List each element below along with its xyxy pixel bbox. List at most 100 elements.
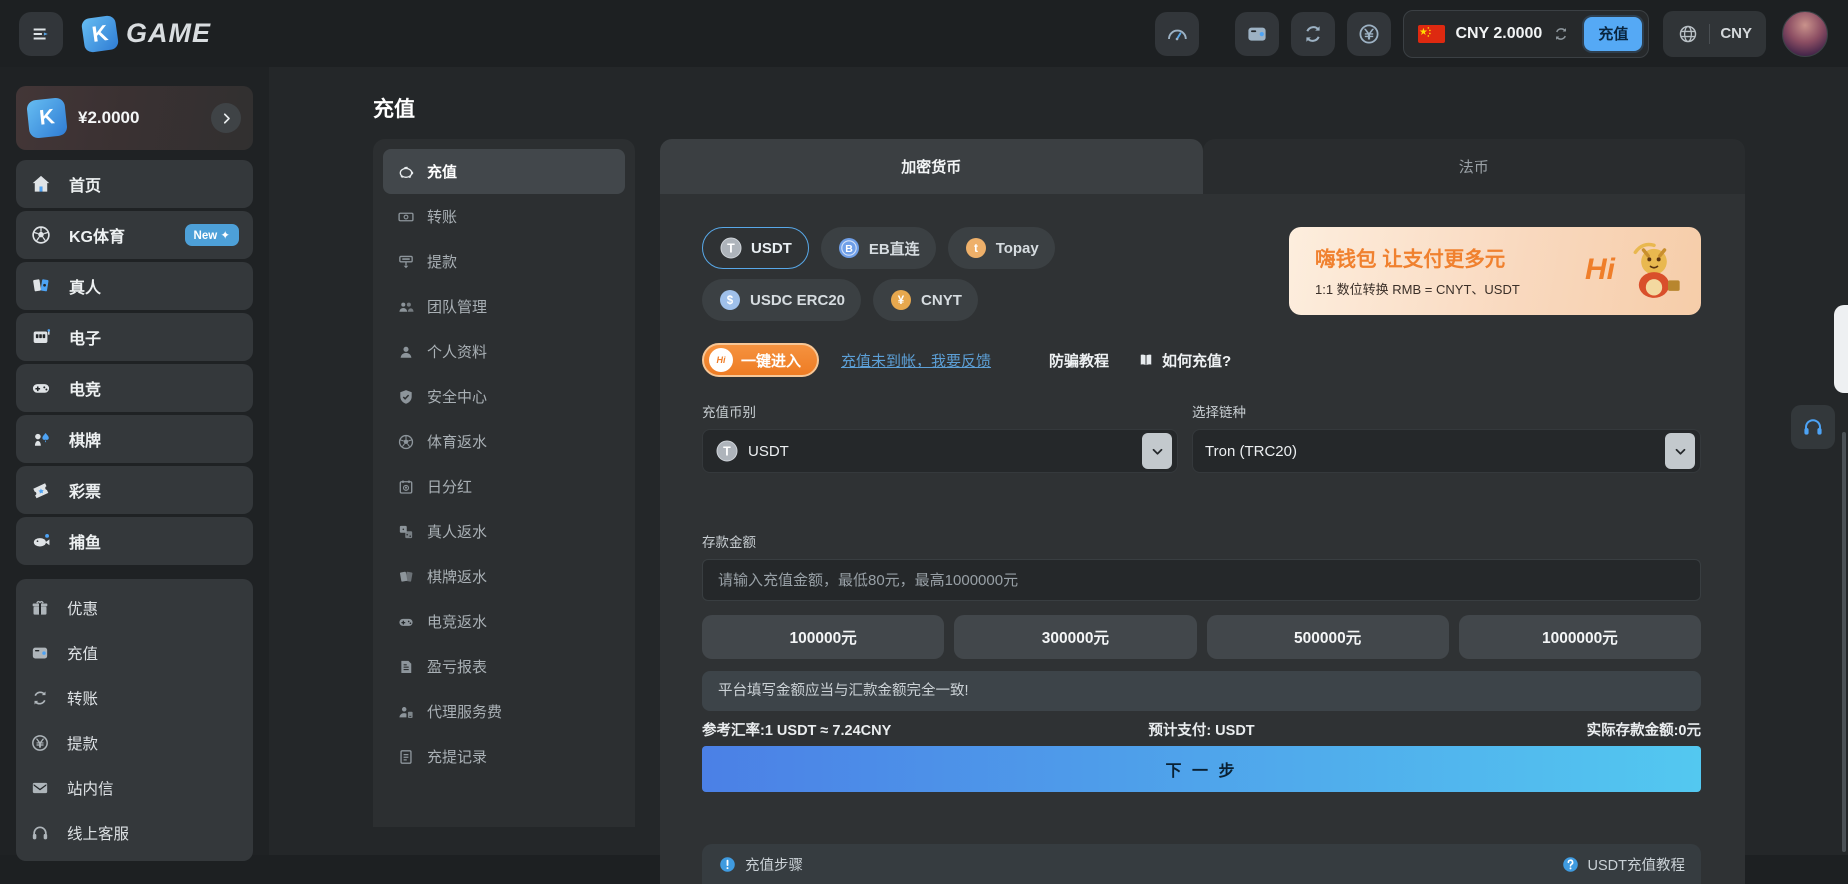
currency-tabs: 加密货币 法币 [660, 139, 1745, 194]
atm-icon [397, 253, 415, 271]
sidebar-item-chess-cards[interactable]: 棋牌 [16, 415, 253, 463]
menu-item-deposit[interactable]: 充值 [383, 149, 625, 194]
sidebar-item-lottery[interactable]: 彩票 [16, 466, 253, 514]
menu-item-sports-rebate[interactable]: 体育返水 [383, 419, 625, 464]
tab-fiat[interactable]: 法币 [1203, 139, 1746, 194]
withdraw-button[interactable] [1347, 12, 1391, 56]
sidebar-item-sports[interactable]: KG体育 New ✦ [16, 211, 253, 259]
sidebar-item-label: 电子 [69, 325, 101, 349]
scrollbar-thumb[interactable] [1842, 432, 1846, 852]
channel-topay[interactable]: t Topay [948, 227, 1055, 269]
sidebar-item-home[interactable]: 首页 [16, 160, 253, 208]
menu-item-label: 团队管理 [427, 296, 487, 317]
menu-item-label: 盈亏报表 [427, 656, 487, 677]
hi-wallet-banner[interactable]: 嗨钱包 让支付更多元 1:1 数位转换 RMB = CNYT、USDT Hi [1289, 227, 1701, 315]
sidebar-item-live-casino[interactable]: 真人 [16, 262, 253, 310]
menu-item-transaction-records[interactable]: 充提记录 [383, 734, 625, 779]
channel-eb[interactable]: B EB直连 [821, 227, 936, 269]
avatar[interactable] [1782, 11, 1828, 57]
menu-item-chess-rebate[interactable]: 棋牌返水 [383, 554, 625, 599]
next-step-button[interactable]: 下 一 步 [702, 746, 1701, 792]
usdt-tutorial-label: USDT充值教程 [1588, 854, 1685, 875]
quick-amounts: 100000元 300000元 500000元 1000000元 [702, 615, 1701, 659]
circular-arrows-icon [30, 688, 50, 708]
deposit-panel: 加密货币 法币 T USDT B EB直连 [660, 139, 1745, 827]
channel-usdt[interactable]: T USDT [702, 227, 809, 269]
chevron-down-icon [1150, 444, 1165, 459]
customer-service-fab[interactable] [1791, 405, 1835, 449]
currency-select[interactable]: T USDT [702, 429, 1178, 473]
wallet-topup-button[interactable] [1235, 12, 1279, 56]
menu-item-label: 提款 [427, 251, 457, 272]
hamburger-menu-button[interactable] [19, 12, 63, 56]
slot-machine-icon [30, 326, 52, 348]
usdc-coin-icon: $ [718, 288, 742, 312]
menu-item-esports-rebate[interactable]: 电竞返水 [383, 599, 625, 644]
usdt-coin-icon: T [715, 439, 739, 463]
channel-usdc-erc20[interactable]: $ USDC ERC20 [702, 279, 861, 321]
one-click-enter-button[interactable]: Hi 一键进入 [702, 343, 819, 377]
sidebar-item-label: 彩票 [69, 478, 101, 502]
how-to-deposit-link[interactable]: 如何充值? [1137, 350, 1231, 371]
refresh-icon[interactable] [1552, 25, 1570, 43]
menu-item-security[interactable]: 安全中心 [383, 374, 625, 419]
topbar-deposit-button[interactable]: 充值 [1584, 17, 1642, 51]
menu-item-profile[interactable]: 个人资料 [383, 329, 625, 374]
menu-item-live-rebate[interactable]: 真人返水 [383, 509, 625, 554]
sidebar-item-transfer[interactable]: 转账 [16, 675, 253, 720]
quick-amount-300000[interactable]: 300000元 [954, 615, 1196, 659]
menu-item-label: 日分红 [427, 476, 472, 497]
logo-text: GAME [126, 18, 211, 49]
sidebar-item-deposit[interactable]: 充值 [16, 630, 253, 675]
anti-fraud-link[interactable]: 防骗教程 [1049, 350, 1109, 371]
chevron-down-icon [1673, 444, 1688, 459]
usdt-tutorial-link[interactable]: USDT充值教程 [1561, 854, 1685, 875]
menu-item-team[interactable]: 团队管理 [383, 284, 625, 329]
menu-item-agent-fee[interactable]: 代理服务费 [383, 689, 625, 734]
chain-select[interactable]: Tron (TRC20) [1192, 429, 1701, 473]
menu-item-transfer[interactable]: 转账 [383, 194, 625, 239]
yen-circle-icon [30, 733, 50, 753]
sidebar-item-label: 线上客服 [67, 822, 129, 844]
globe-icon [1677, 23, 1699, 45]
chess-pawn-spade-icon [30, 428, 52, 450]
quick-amount-1000000[interactable]: 1000000元 [1459, 615, 1701, 659]
sidebar-balance-card[interactable]: K ¥2.0000 [16, 86, 253, 150]
side-widget-handle[interactable] [1834, 305, 1848, 393]
quick-amount-500000[interactable]: 500000元 [1207, 615, 1449, 659]
select-chevron [1142, 433, 1172, 469]
soccer-ball-icon [30, 224, 52, 246]
language-selector[interactable]: CNY [1663, 11, 1766, 57]
menu-item-label: 棋牌返水 [427, 566, 487, 587]
tab-crypto[interactable]: 加密货币 [660, 139, 1203, 194]
sidebar-item-slots[interactable]: 电子 [16, 313, 253, 361]
sidebar-item-promotions[interactable]: 优惠 [16, 585, 253, 630]
sidebar-actions-card: 优惠 充值 转账 提款 站内信 线上客服 [16, 579, 253, 861]
amount-input[interactable] [702, 559, 1701, 601]
sidebar-item-fishing[interactable]: 捕鱼 [16, 517, 253, 565]
page-title: 充值 [373, 93, 1745, 123]
deposit-feedback-link[interactable]: 充值未到帐，我要反馈 [841, 350, 991, 371]
sidebar-item-esports[interactable]: 电竞 [16, 364, 253, 412]
network-status-button[interactable] [1155, 12, 1199, 56]
banner-subtitle: 1:1 数位转换 RMB = CNYT、USDT [1315, 279, 1551, 298]
sidebar-item-messages[interactable]: 站内信 [16, 765, 253, 810]
brand-logo[interactable]: K GAME [83, 17, 211, 51]
transfer-button[interactable] [1291, 12, 1335, 56]
main-content: 充值 充值 转账 提款 团队管理 [269, 67, 1848, 855]
calendar-money-icon [397, 478, 415, 496]
balance-expand-button[interactable] [211, 103, 241, 133]
sidebar-item-label: 电竞 [69, 376, 101, 400]
deposit-steps-toggle[interactable]: 充值步骤 [718, 854, 803, 875]
sidebar-item-withdraw[interactable]: 提款 [16, 720, 253, 765]
sidebar-item-label: 转账 [67, 687, 98, 709]
menu-item-withdraw[interactable]: 提款 [383, 239, 625, 284]
soccer-ball-icon [397, 433, 415, 451]
quick-amount-100000[interactable]: 100000元 [702, 615, 944, 659]
balance-pill[interactable]: CNY 2.0000 充值 [1403, 10, 1649, 58]
sidebar-item-customer-service[interactable]: 线上客服 [16, 810, 253, 855]
channel-cnyt[interactable]: ¥ CNYT [873, 279, 978, 321]
select-chevron [1665, 433, 1695, 469]
menu-item-profit-loss-report[interactable]: 盈亏报表 [383, 644, 625, 689]
menu-item-daily-dividend[interactable]: 日分红 [383, 464, 625, 509]
